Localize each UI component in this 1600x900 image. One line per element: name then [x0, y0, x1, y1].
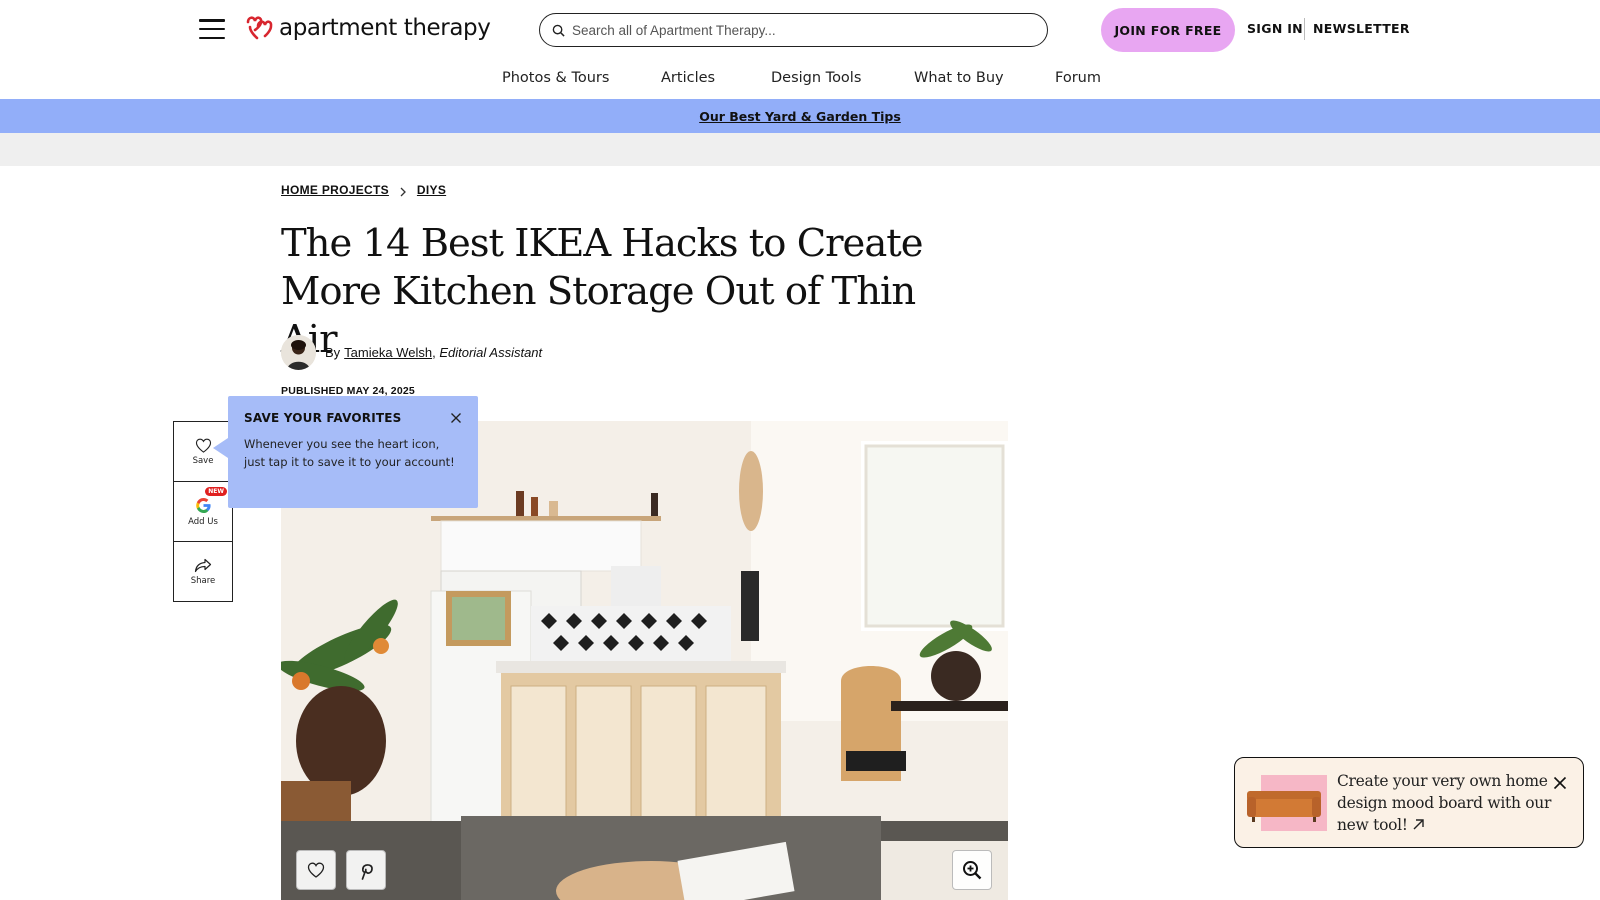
- site-logo[interactable]: apartment therapy: [245, 14, 491, 42]
- author-photo: [281, 335, 316, 370]
- mood-board-promo[interactable]: Create your very own home design mood bo…: [1234, 757, 1584, 848]
- hamburger-icon[interactable]: [199, 19, 225, 39]
- nav-item-design-tools[interactable]: Design Tools: [771, 70, 861, 86]
- new-badge: NEW: [205, 487, 227, 496]
- heart-icon: [195, 438, 211, 453]
- tooltip-body: Whenever you see the heart icon, just ta…: [244, 437, 455, 469]
- google-icon: [195, 497, 211, 513]
- sign-in-link[interactable]: SIGN IN: [1247, 21, 1303, 36]
- close-icon[interactable]: [1553, 776, 1567, 790]
- pinterest-icon: [361, 864, 373, 880]
- sofa-thumbnail: [1247, 775, 1327, 831]
- arrow-up-right-icon: [1413, 819, 1425, 830]
- promo-banner: Our Best Yard & Garden Tips: [0, 99, 1600, 133]
- breadcrumb: HOME PROJECTS DIYS: [281, 183, 446, 197]
- nav-item-forum[interactable]: Forum: [1055, 70, 1101, 86]
- heart-icon: [307, 862, 325, 878]
- logo-text: apartment therapy: [279, 15, 491, 41]
- byline-prefix: By: [325, 345, 341, 360]
- author-link[interactable]: Tamieka Welsh: [344, 345, 432, 360]
- zoom-in-icon: [963, 861, 982, 880]
- byline-comma: ,: [432, 345, 440, 360]
- add-us-button[interactable]: NEW Add Us: [174, 482, 232, 542]
- main-nav: Photos & Tours Articles Design Tools Wha…: [0, 68, 1600, 98]
- byline: By Tamieka Welsh, Editorial Assistant: [281, 335, 542, 370]
- pinterest-button[interactable]: [346, 850, 386, 890]
- close-icon[interactable]: [450, 412, 462, 424]
- zoom-image-button[interactable]: [952, 850, 992, 890]
- join-for-free-button[interactable]: JOIN FOR FREE: [1101, 8, 1235, 52]
- search-bar[interactable]: [539, 13, 1048, 47]
- share-label: Share: [190, 575, 216, 586]
- nav-item-photos-tours[interactable]: Photos & Tours: [502, 70, 609, 86]
- ad-band: [0, 133, 1600, 166]
- promo-link[interactable]: Our Best Yard & Garden Tips: [699, 109, 901, 124]
- header-divider: [1304, 18, 1305, 40]
- logo-mark-icon: [246, 16, 273, 40]
- chevron-right-icon: [400, 187, 406, 196]
- site-header: apartment therapy JOIN FOR FREE SIGN IN …: [0, 0, 1600, 58]
- save-label: Save: [192, 455, 214, 466]
- avatar[interactable]: [281, 335, 316, 370]
- author-role: Editorial Assistant: [439, 345, 543, 360]
- breadcrumb-diys[interactable]: DIYS: [417, 183, 446, 197]
- newsletter-link[interactable]: NEWSLETTER: [1313, 21, 1410, 36]
- save-favorites-tooltip: SAVE YOUR FAVORITES Whenever you see the…: [213, 396, 478, 508]
- add-us-label: Add Us: [188, 516, 218, 527]
- search-icon: [552, 24, 565, 37]
- nav-item-articles[interactable]: Articles: [661, 70, 715, 86]
- search-input[interactable]: [572, 22, 1012, 38]
- tooltip-title: SAVE YOUR FAVORITES: [244, 411, 402, 425]
- mood-board-text: Create your very own home design mood bo…: [1337, 772, 1552, 834]
- share-button[interactable]: Share: [174, 542, 232, 601]
- breadcrumb-home-projects[interactable]: HOME PROJECTS: [281, 183, 389, 197]
- share-icon: [194, 558, 212, 572]
- nav-item-what-to-buy[interactable]: What to Buy: [914, 70, 1004, 86]
- save-image-button[interactable]: [296, 850, 336, 890]
